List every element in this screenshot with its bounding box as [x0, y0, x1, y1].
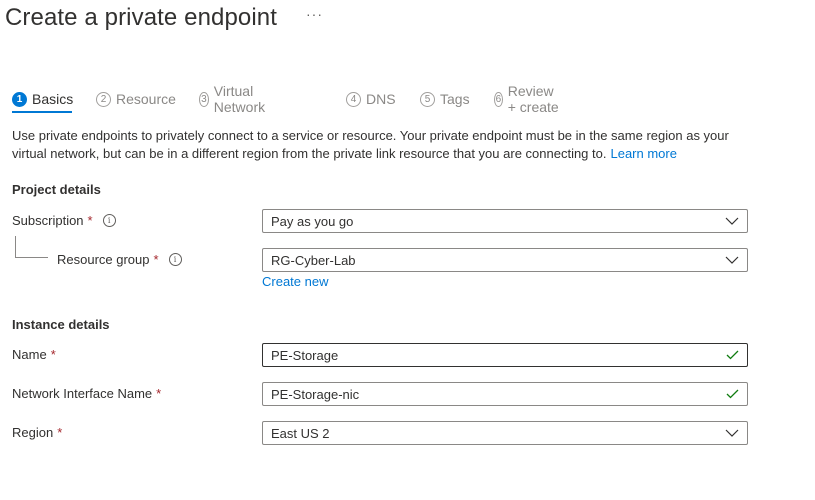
- required-marker: *: [57, 425, 63, 440]
- active-tab-indicator: [12, 111, 72, 113]
- required-marker: *: [87, 213, 93, 228]
- resource-group-label: Resource group * i: [57, 252, 182, 267]
- info-icon[interactable]: i: [102, 214, 116, 227]
- step-number: 3: [199, 91, 209, 107]
- nic-name-label: Network Interface Name *: [12, 386, 161, 401]
- page-title: Create a private endpoint: [5, 4, 278, 31]
- required-marker: *: [156, 386, 162, 401]
- step-number: 1: [12, 91, 27, 107]
- tab-resource[interactable]: 2 Resource: [96, 86, 176, 112]
- tree-connector: [15, 236, 16, 258]
- more-icon[interactable]: ···: [306, 6, 323, 22]
- tab-label: Review + create: [507, 83, 559, 115]
- tab-label: Virtual Network: [213, 83, 266, 115]
- tab-dns[interactable]: 4 DNS: [346, 86, 396, 112]
- nic-name-input[interactable]: PE-Storage-nic: [262, 382, 748, 406]
- create-new-link[interactable]: Create new: [262, 274, 328, 289]
- name-label: Name *: [12, 347, 56, 362]
- instance-details-heading: Instance details: [12, 317, 110, 332]
- required-marker: *: [153, 252, 159, 267]
- step-number: 6: [494, 91, 503, 107]
- checkmark-icon: [717, 389, 747, 399]
- resource-group-dropdown[interactable]: RG-Cyber-Lab: [262, 248, 748, 272]
- region-dropdown[interactable]: East US 2: [262, 421, 748, 445]
- required-marker: *: [50, 347, 56, 362]
- nic-name-label-text: Network Interface Name: [12, 386, 153, 401]
- step-number: 5: [420, 91, 435, 107]
- region-label-text: Region: [12, 425, 54, 440]
- chevron-down-icon: [717, 256, 747, 264]
- nic-name-value: PE-Storage-nic: [271, 386, 360, 402]
- project-details-heading: Project details: [12, 182, 101, 197]
- subscription-label: Subscription * i: [12, 213, 116, 228]
- tab-label: Resource: [116, 91, 176, 107]
- tab-virtual-network[interactable]: 3 Virtual Network: [199, 83, 270, 115]
- chevron-down-icon: [717, 217, 747, 225]
- checkmark-icon: [717, 350, 747, 360]
- tab-label: Basics: [32, 91, 74, 107]
- resource-group-value: RG-Cyber-Lab: [271, 252, 356, 268]
- tab-tags[interactable]: 5 Tags: [420, 86, 470, 112]
- tab-basics[interactable]: 1 Basics: [12, 86, 74, 113]
- tab-label: DNS: [366, 91, 396, 107]
- step-number: 4: [346, 91, 361, 107]
- region-label: Region *: [12, 425, 62, 440]
- tab-label: Tags: [440, 91, 470, 107]
- description: Use private endpoints to privately conne…: [12, 127, 742, 163]
- name-input[interactable]: PE-Storage: [262, 343, 748, 367]
- info-icon[interactable]: i: [168, 253, 182, 266]
- step-number: 2: [96, 91, 111, 107]
- subscription-dropdown[interactable]: Pay as you go: [262, 209, 748, 233]
- tab-review-create[interactable]: 6 Review + create: [494, 83, 560, 115]
- resource-group-label-text: Resource group: [57, 252, 150, 267]
- learn-more-link[interactable]: Learn more: [610, 146, 676, 161]
- tree-connector: [15, 257, 48, 258]
- name-label-text: Name: [12, 347, 47, 362]
- region-value: East US 2: [271, 425, 330, 441]
- subscription-label-text: Subscription: [12, 213, 84, 228]
- subscription-value: Pay as you go: [271, 213, 354, 229]
- chevron-down-icon: [717, 429, 747, 437]
- name-value: PE-Storage: [271, 347, 339, 363]
